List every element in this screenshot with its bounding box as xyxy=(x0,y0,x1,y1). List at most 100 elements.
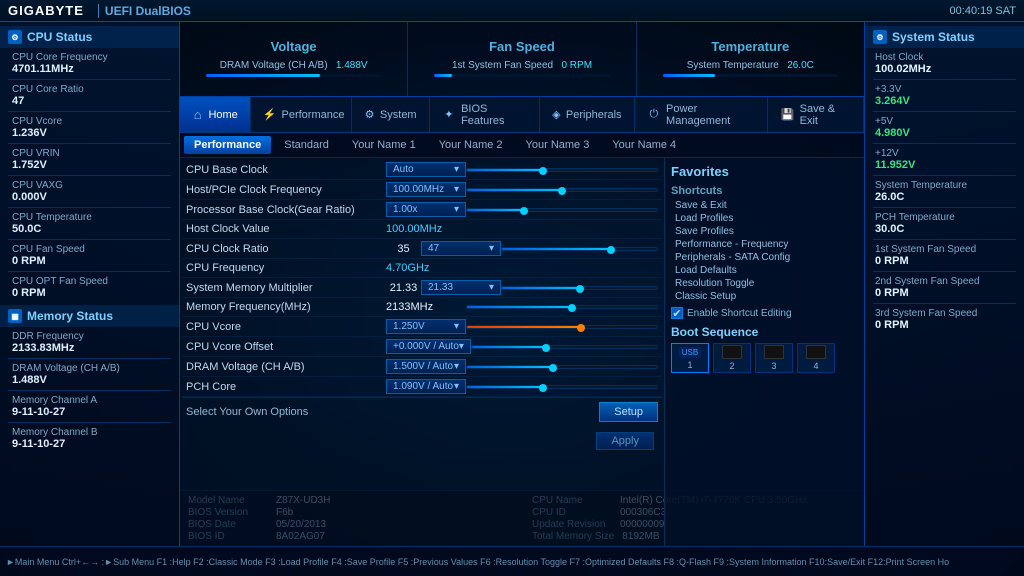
table-row[interactable]: PCH Core 1.090V / Auto▾ xyxy=(182,377,662,397)
voltage-title: Voltage xyxy=(271,39,317,54)
boot-sequence: Boot Sequence USB 1 2 3 xyxy=(671,325,858,373)
performance-table: CPU Base Clock Auto▾ Host/PCIe Clock Fre… xyxy=(180,158,664,546)
system-icon: ⚙ xyxy=(873,30,887,44)
tab-power[interactable]: ⏻ Power Management xyxy=(635,97,769,132)
save-icon: 💾 xyxy=(780,107,794,123)
main-content: ⌂ Home ⚡ Performance ⚙ System ✦ BIOS Fea… xyxy=(180,97,864,546)
fav-periph-sata[interactable]: Peripherals - SATA Config xyxy=(671,251,858,264)
fanspeed-section: Fan Speed 1st System Fan Speed 0 RPM xyxy=(408,22,636,96)
favorites-title: Favorites xyxy=(671,164,858,179)
top-bar: GIGABYTE UEFI DualBIOS 00:40:19 SAT xyxy=(0,0,1024,22)
system-nav-icon: ⚙ xyxy=(364,107,375,123)
logo-divider xyxy=(98,4,99,18)
table-row[interactable]: CPU Vcore 1.250V▾ xyxy=(182,317,662,337)
cpu-freq-item: CPU Core Frequency 4701.11MHz xyxy=(0,50,179,77)
v33-item: +3.3V 3.264V xyxy=(865,82,1024,109)
subtab-yourname3[interactable]: Your Name 3 xyxy=(516,136,600,154)
left-sidebar: ⚙ CPU Status CPU Core Frequency 4701.11M… xyxy=(0,22,180,546)
fav-load-profiles[interactable]: Load Profiles xyxy=(671,212,858,225)
table-row: Memory Frequency(MHz) 2133MHz xyxy=(182,298,662,317)
subtab-yourname2[interactable]: Your Name 2 xyxy=(429,136,513,154)
cpu-vaxg-item: CPU VAXG 0.000V xyxy=(0,178,179,205)
table-row[interactable]: CPU Vcore Offset +0.000V / Auto▾ xyxy=(182,337,662,357)
setup-row: Select Your Own Options Setup xyxy=(182,397,662,426)
tab-peripherals[interactable]: ◈ Peripherals xyxy=(540,97,635,132)
boot-item-4[interactable]: 4 xyxy=(797,343,835,373)
cpu-base-clock-dropdown[interactable]: Auto▾ xyxy=(386,162,466,177)
boot-item-1[interactable]: USB 1 xyxy=(671,343,709,373)
ddr-freq-item: DDR Frequency 2133.83MHz xyxy=(0,329,179,356)
fav-load-defaults[interactable]: Load Defaults xyxy=(671,264,858,277)
voltage-row: DRAM Voltage (CH A/B) 1.488V xyxy=(220,60,368,71)
fav-save-profiles[interactable]: Save Profiles xyxy=(671,225,858,238)
cpu-ratio-item: CPU Core Ratio 47 xyxy=(0,82,179,109)
bottom-bar-text: ►Main Menu Ctrl+←→ :►Sub Menu F1 :Help F… xyxy=(6,557,949,567)
sub-tabs: Performance Standard Your Name 1 Your Na… xyxy=(180,133,864,158)
system-status-title: ⚙ System Status xyxy=(865,26,1024,48)
sys-fan1-item: 1st System Fan Speed 0 RPM xyxy=(865,242,1024,269)
tab-system[interactable]: ⚙ System xyxy=(352,97,429,132)
fanspeed-title: Fan Speed xyxy=(489,39,555,54)
fanspeed-row: 1st System Fan Speed 0 RPM xyxy=(452,60,592,71)
cpu-vcore-offset-dropdown[interactable]: +0.000V / Auto▾ xyxy=(386,339,471,354)
tab-home[interactable]: ⌂ Home xyxy=(180,97,251,132)
voltage-section: Voltage DRAM Voltage (CH A/B) 1.488V xyxy=(180,22,408,96)
shortcuts-title: Shortcuts xyxy=(671,185,858,197)
tab-save-exit[interactable]: 💾 Save & Exit xyxy=(768,97,864,132)
bottom-bar: ►Main Menu Ctrl+←→ :►Sub Menu F1 :Help F… xyxy=(0,546,1024,576)
table-row: Host Clock Value 100.00MHz xyxy=(182,220,662,239)
memory-status-title: ▦ Memory Status xyxy=(0,305,179,327)
temperature-title: Temperature xyxy=(711,39,789,54)
nav-tabs: ⌂ Home ⚡ Performance ⚙ System ✦ BIOS Fea… xyxy=(180,97,864,133)
memory-icon: ▦ xyxy=(8,309,22,323)
setup-button[interactable]: Setup xyxy=(599,402,658,422)
logo: GIGABYTE xyxy=(0,3,92,18)
enable-shortcut-checkbox[interactable]: ✔ Enable Shortcut Editing xyxy=(671,307,858,319)
fav-save-exit[interactable]: Save & Exit xyxy=(671,199,858,212)
dram-voltage-item: DRAM Voltage (CH A/B) 1.488V xyxy=(0,361,179,388)
table-row: CPU Frequency 4.70GHz xyxy=(182,259,662,278)
info-bar-top: Voltage DRAM Voltage (CH A/B) 1.488V Fan… xyxy=(180,22,864,97)
table-row[interactable]: CPU Clock Ratio 35 47▾ xyxy=(182,239,662,259)
subtab-standard[interactable]: Standard xyxy=(274,136,339,154)
table-row[interactable]: DRAM Voltage (CH A/B) 1.500V / Auto▾ xyxy=(182,357,662,377)
bios-title: UEFI DualBIOS xyxy=(105,4,191,18)
boot-item-3[interactable]: 3 xyxy=(755,343,793,373)
sys-fan2-item: 2nd System Fan Speed 0 RPM xyxy=(865,274,1024,301)
cpu-vcore-dropdown[interactable]: 1.250V▾ xyxy=(386,319,466,334)
cpu-ratio-dropdown[interactable]: 47▾ xyxy=(421,241,501,256)
tab-performance[interactable]: ⚡ Performance xyxy=(251,97,352,132)
subtab-yourname1[interactable]: Your Name 1 xyxy=(342,136,426,154)
mem-mult-dropdown[interactable]: 21.33▾ xyxy=(421,280,501,295)
temperature-row: System Temperature 26.0C xyxy=(687,60,814,71)
apply-button[interactable]: Apply xyxy=(596,432,654,450)
host-pcie-dropdown[interactable]: 100.00MHz▾ xyxy=(386,182,466,197)
cpu-icon: ⚙ xyxy=(8,30,22,44)
pch-temp-item: PCH Temperature 30.0C xyxy=(865,210,1024,237)
power-icon: ⏻ xyxy=(647,107,661,123)
pch-core-dropdown[interactable]: 1.090V / Auto▾ xyxy=(386,379,466,394)
fav-perf-freq[interactable]: Performance - Frequency xyxy=(671,238,858,251)
home-icon: ⌂ xyxy=(192,107,203,123)
boot-seq-items: USB 1 2 3 4 xyxy=(671,343,858,373)
subtab-yourname4[interactable]: Your Name 4 xyxy=(602,136,686,154)
subtab-performance[interactable]: Performance xyxy=(184,136,271,154)
tab-bios[interactable]: ✦ BIOS Features xyxy=(430,97,540,132)
table-row[interactable]: CPU Base Clock Auto▾ xyxy=(182,160,662,180)
sys-temp-item: System Temperature 26.0C xyxy=(865,178,1024,205)
favorites-panel: Favorites Shortcuts Save & Exit Load Pro… xyxy=(664,158,864,546)
v12-item: +12V 11.952V xyxy=(865,146,1024,173)
mem-channel-a-item: Memory Channel A 9-11-10-27 xyxy=(0,393,179,420)
host-clock-item: Host Clock 100.02MHz xyxy=(865,50,1024,77)
cpu-status-title: ⚙ CPU Status xyxy=(0,26,179,48)
boot-item-2[interactable]: 2 xyxy=(713,343,751,373)
gear-ratio-dropdown[interactable]: 1.00x▾ xyxy=(386,202,466,217)
table-row[interactable]: System Memory Multiplier 21.33 21.33▾ xyxy=(182,278,662,298)
fav-resolution[interactable]: Resolution Toggle xyxy=(671,277,858,290)
table-row[interactable]: Host/PCIe Clock Frequency 100.00MHz▾ xyxy=(182,180,662,200)
dram-voltage-dropdown[interactable]: 1.500V / Auto▾ xyxy=(386,359,466,374)
table-row[interactable]: Processor Base Clock(Gear Ratio) 1.00x▾ xyxy=(182,200,662,220)
fav-classic-setup[interactable]: Classic Setup xyxy=(671,290,858,303)
cpu-vcore-item: CPU Vcore 1.236V xyxy=(0,114,179,141)
cpu-vrin-item: CPU VRIN 1.752V xyxy=(0,146,179,173)
